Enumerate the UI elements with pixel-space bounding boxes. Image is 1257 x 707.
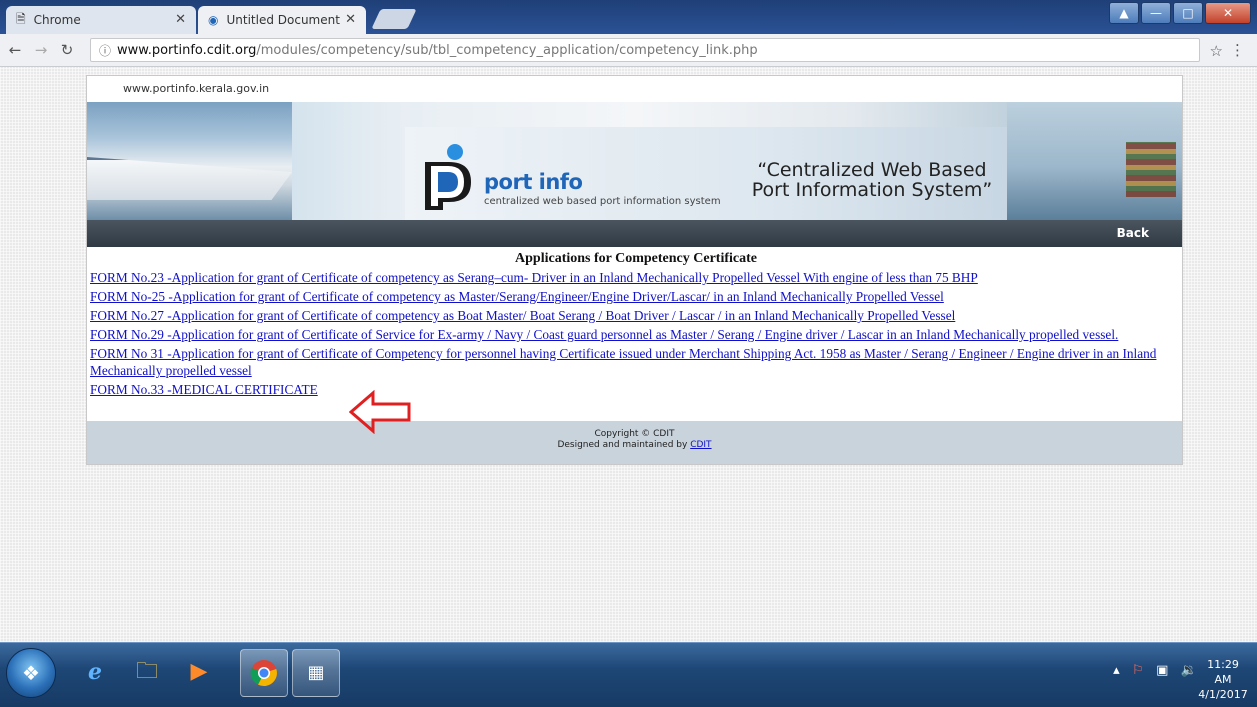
media-player-icon[interactable]: ▶ [176, 649, 222, 695]
cdit-link[interactable]: CDIT [690, 440, 711, 450]
reload-icon[interactable]: ↻ [56, 41, 78, 59]
maximize-button[interactable]: □ [1173, 2, 1203, 24]
browser-tab-strip: 🗎 Chrome ✕ ◉ Untitled Document ✕ ▲ — □ ✕ [0, 0, 1257, 34]
display-icon[interactable]: ▣ [1156, 663, 1168, 678]
portinfo-favicon-icon: ◉ [208, 13, 219, 27]
window-controls: ▲ — □ ✕ [1107, 2, 1251, 24]
page-icon: 🗎 [16, 11, 26, 26]
tab-untitled-document[interactable]: ◉ Untitled Document ✕ [198, 6, 366, 34]
close-window-button[interactable]: ✕ [1205, 2, 1251, 24]
ship-hull [87, 157, 292, 200]
close-icon[interactable]: ✕ [345, 12, 356, 27]
site-tagline: “Centralized Web Based Port Information … [727, 160, 1017, 200]
tab-label: Untitled Document [226, 13, 340, 27]
form-link-23[interactable]: FORM No.23 -Application for grant of Cer… [90, 269, 1182, 286]
volume-icon[interactable]: 🔉 [1181, 663, 1197, 678]
file-explorer-icon[interactable]: 🗀 [124, 649, 170, 695]
logo-text: port info [484, 170, 583, 194]
site-footer: Copyright © CDIT Designed and maintained… [87, 421, 1182, 464]
clock-date: 4/1/2017 [1198, 688, 1248, 701]
nav-strip: Back [87, 220, 1182, 247]
tagline-line-1: “Centralized Web Based [757, 159, 987, 181]
address-bar[interactable]: ⓘ www.portinfo.cdit.org/modules/competen… [90, 38, 1200, 62]
taskbar-clock[interactable]: 11:29 AM 4/1/2017 [1197, 657, 1249, 702]
cruise-ship-image [87, 102, 292, 220]
close-icon[interactable]: ✕ [175, 12, 186, 27]
logo-subtitle: centralized web based port information s… [484, 196, 721, 207]
tab-label: Chrome [33, 13, 81, 27]
portinfo-logo-icon [425, 144, 471, 210]
forward-arrow-icon[interactable]: → [30, 41, 52, 59]
form-link-27[interactable]: FORM No.27 -Application for grant of Cer… [90, 307, 1182, 324]
site-top-url: www.portinfo.kerala.gov.in [123, 82, 270, 95]
back-arrow-icon[interactable]: ← [4, 41, 26, 59]
windows-taskbar: ❖ e 🗀 ▶ ▦ ▴ ⚐ ▣ 🔉 11:29 AM 4/1/2017 [0, 642, 1257, 707]
minimize-button[interactable]: — [1141, 2, 1171, 24]
chrome-icon[interactable] [240, 649, 288, 697]
form-link-29[interactable]: FORM No.29 -Application for grant of Cer… [90, 326, 1182, 343]
chrome-logo-icon [250, 660, 277, 687]
info-icon[interactable]: ⓘ [99, 42, 111, 59]
browser-toolbar: ← → ↻ ⓘ www.portinfo.cdit.org/modules/co… [0, 34, 1257, 67]
tab-chrome[interactable]: 🗎 Chrome ✕ [6, 6, 196, 34]
form-link-25[interactable]: FORM No-25 -Application for grant of Cer… [90, 288, 1182, 305]
containers-image [1126, 142, 1176, 197]
designed-by-prefix: Designed and maintained by [557, 440, 688, 450]
user-icon[interactable]: ▲ [1109, 2, 1139, 24]
site-container: www.portinfo.kerala.gov.in port info cen… [86, 75, 1183, 465]
system-tray: ▴ ⚐ ▣ 🔉 [1113, 663, 1197, 678]
internet-explorer-icon[interactable]: e [72, 649, 118, 695]
copyright-text: Copyright © CDIT [594, 429, 675, 439]
red-arrow-annotation-icon [349, 390, 411, 434]
url-host: www.portinfo.cdit.org [117, 42, 257, 58]
main-content: Applications for Competency Certificate … [87, 251, 1182, 400]
page-viewport: www.portinfo.kerala.gov.in port info cen… [0, 67, 1257, 642]
tagline-line-2: Port Information System” [751, 179, 993, 201]
cargo-port-image [1007, 102, 1182, 220]
page-title: Applications for Competency Certificate [515, 251, 757, 266]
network-warning-icon[interactable]: ⚐ [1132, 663, 1144, 678]
form-link-31[interactable]: FORM No 31 -Application for grant of Cer… [90, 345, 1182, 379]
bookmark-star-icon[interactable]: ☆ [1210, 42, 1223, 60]
back-link[interactable]: Back [1117, 226, 1149, 240]
url-path: /modules/competency/sub/tbl_competency_a… [256, 42, 758, 58]
start-button[interactable]: ❖ [6, 648, 56, 698]
designed-by-text: Designed and maintained by CDIT [87, 440, 1182, 451]
remote-desktop-icon[interactable]: ▦ [292, 649, 340, 697]
menu-icon[interactable]: ⋮ [1230, 41, 1245, 59]
site-banner: port info centralized web based port inf… [87, 102, 1182, 220]
show-hidden-icons-icon[interactable]: ▴ [1113, 663, 1120, 678]
clock-time: 11:29 AM [1207, 658, 1239, 686]
form-link-33[interactable]: FORM No.33 -MEDICAL CERTIFICATE [90, 381, 324, 398]
new-tab-button[interactable] [371, 9, 417, 29]
